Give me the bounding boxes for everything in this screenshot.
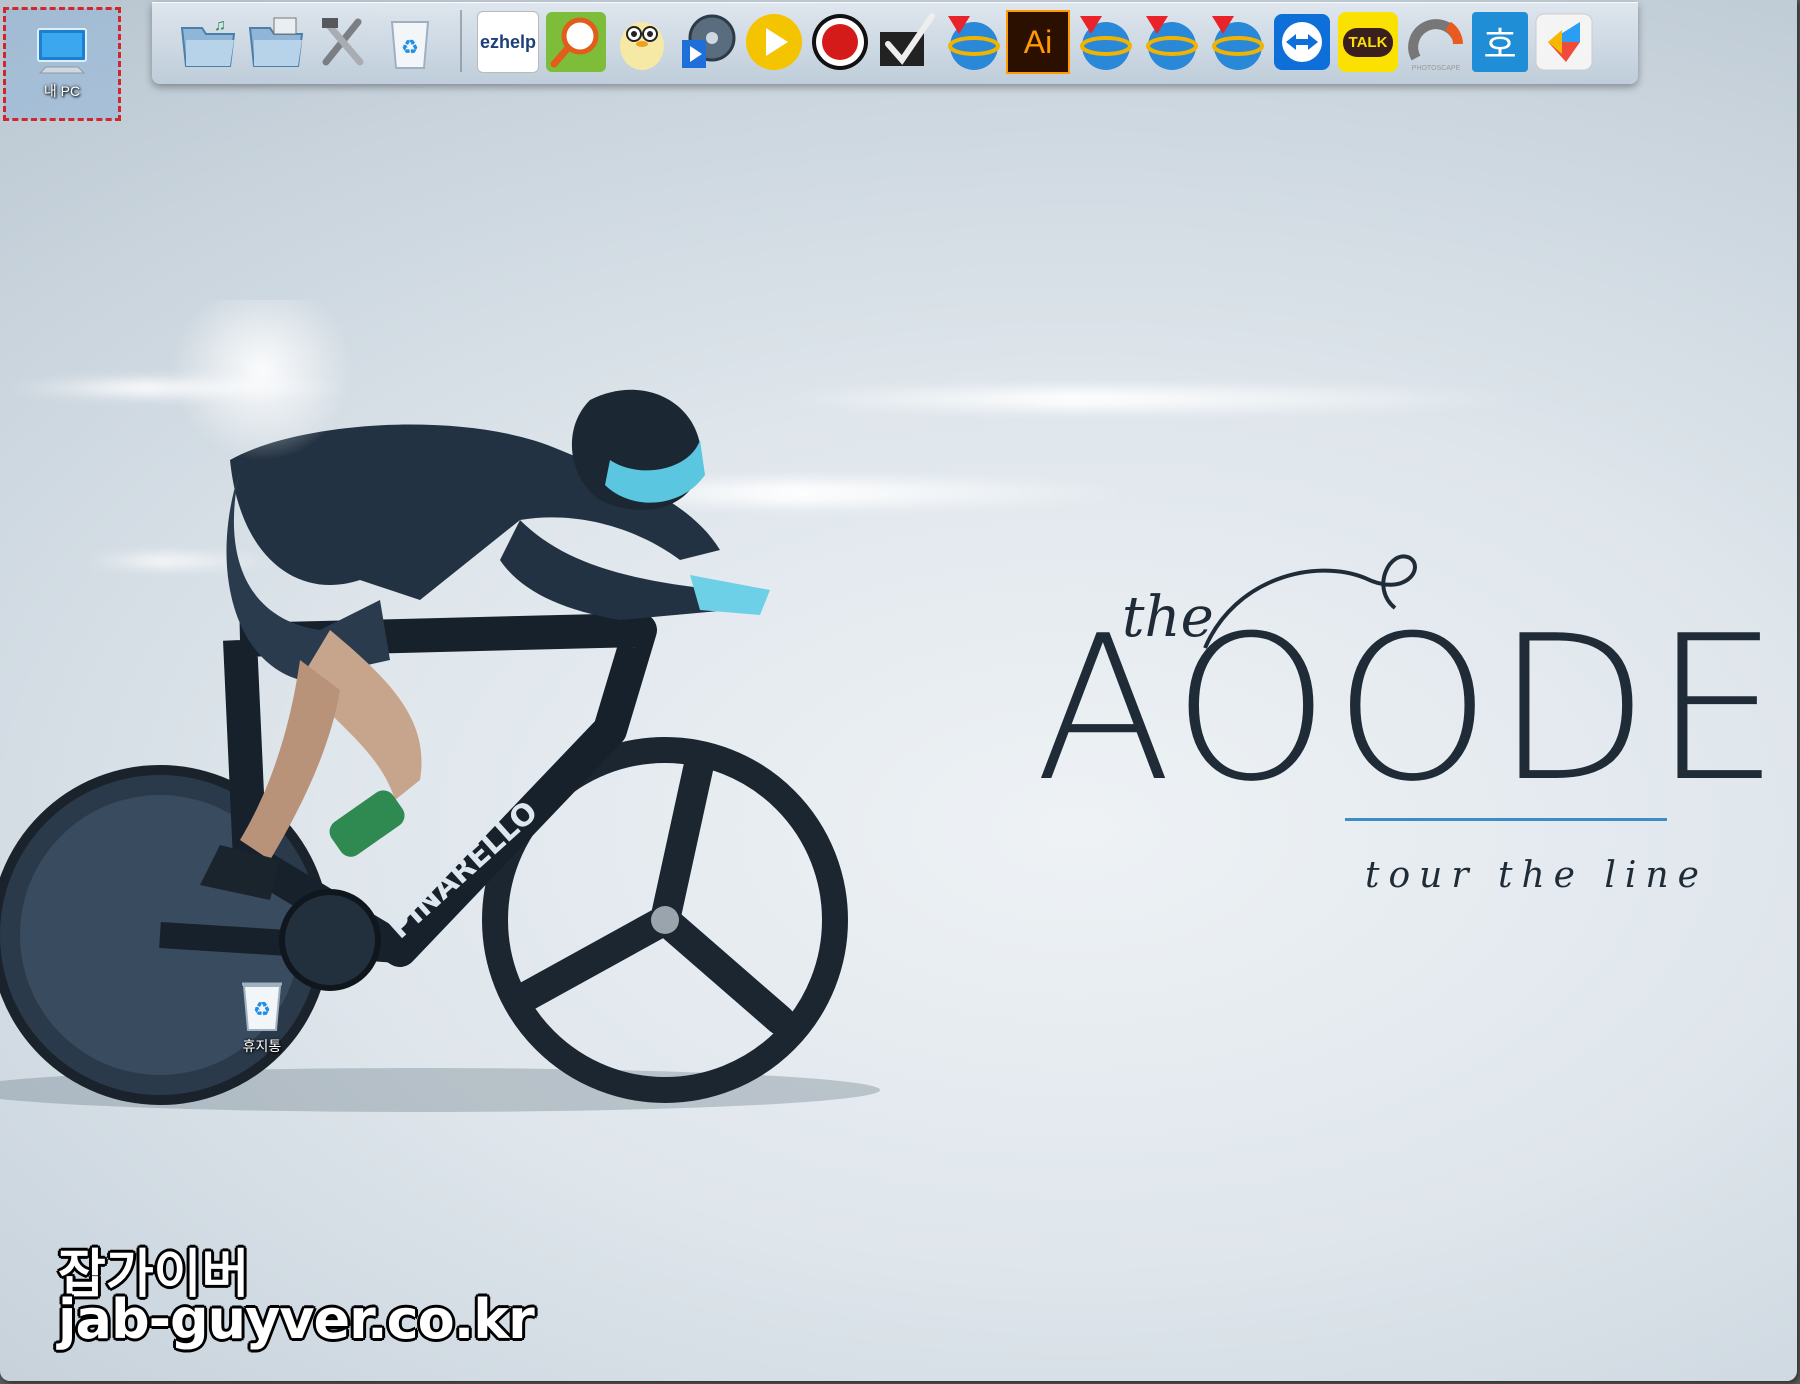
- kakaotalk-tile: TALK: [1338, 12, 1398, 72]
- desktop-icon-label: 휴지통: [242, 1038, 282, 1054]
- search-app-icon[interactable]: [544, 10, 608, 74]
- watermark-site-url: jab-guyver.co.kr: [58, 1288, 535, 1351]
- illustrator-icon[interactable]: Ai: [1006, 10, 1070, 74]
- computer-icon: [37, 28, 87, 74]
- launcher-dock: ♫ ♻ ezhelp Ai TALK PHOTOSCAPE 호: [152, 2, 1638, 84]
- globe-download-icon-4[interactable]: [1204, 10, 1268, 74]
- kakaotalk-label: TALK: [1342, 27, 1394, 57]
- brand-tagline: tour the line: [1365, 855, 1708, 896]
- images-folder-icon[interactable]: [244, 10, 308, 74]
- dock-recycle-bin-icon[interactable]: ♻: [378, 10, 442, 74]
- svg-text:♫: ♫: [214, 17, 226, 34]
- desktop-icon-label: 내 PC: [43, 83, 81, 99]
- recycle-bin-icon: ♻: [242, 982, 282, 1031]
- hangul-icon[interactable]: 호: [1468, 10, 1532, 74]
- photoscape-label: PHOTOSCAPE: [1411, 65, 1461, 72]
- ezhelp-label: ezhelp: [479, 31, 536, 52]
- desktop-icon-my-pc[interactable]: 내 PC: [3, 7, 121, 121]
- hangul-label: 호: [1483, 24, 1517, 65]
- desktop-icon-recycle-bin[interactable]: ♻ 휴지통: [226, 978, 298, 1056]
- photoscape-tile: PHOTOSCAPE: [1404, 12, 1464, 72]
- brand-divider-line: [1345, 818, 1667, 821]
- globe-download-icon-2[interactable]: [1072, 10, 1136, 74]
- dock-separator: [460, 10, 462, 72]
- play-button-app-icon[interactable]: [742, 10, 806, 74]
- globe-download-icon[interactable]: [940, 10, 1004, 74]
- brand-bike-swirl: [1203, 554, 1417, 649]
- ezhelp-icon[interactable]: ezhelp: [476, 10, 540, 74]
- desktop: PINARELLO 내 PC ♻ 휴지통 ♫ ♻ ezhelp Ai TALK …: [0, 0, 1797, 1381]
- kakaotalk-icon[interactable]: TALK: [1336, 10, 1400, 74]
- cyclist-wallpaper-image: PINARELLO: [0, 300, 880, 1112]
- tools-icon[interactable]: [312, 10, 376, 74]
- photoscape-icon[interactable]: PHOTOSCAPE: [1402, 10, 1466, 74]
- checkmark-app-icon[interactable]: [874, 10, 938, 74]
- hangul-tile: 호: [1472, 12, 1528, 72]
- app-launcher-icon[interactable]: [1532, 10, 1596, 74]
- video-editor-icon[interactable]: [676, 10, 740, 74]
- svg-text:♻: ♻: [401, 37, 419, 59]
- record-app-icon[interactable]: [808, 10, 872, 74]
- globe-download-icon-3[interactable]: [1138, 10, 1202, 74]
- music-folder-icon[interactable]: ♫: [176, 10, 240, 74]
- illustrator-tile: Ai: [1006, 10, 1070, 74]
- svg-text:♻: ♻: [253, 997, 271, 1021]
- ezhelp-tile: ezhelp: [477, 11, 539, 73]
- illustrator-label: Ai: [1023, 23, 1053, 60]
- svg-text:PINARELLO: PINARELLO: [382, 794, 545, 946]
- teamviewer-icon[interactable]: [1270, 10, 1334, 74]
- penguin-app-icon[interactable]: [610, 10, 674, 74]
